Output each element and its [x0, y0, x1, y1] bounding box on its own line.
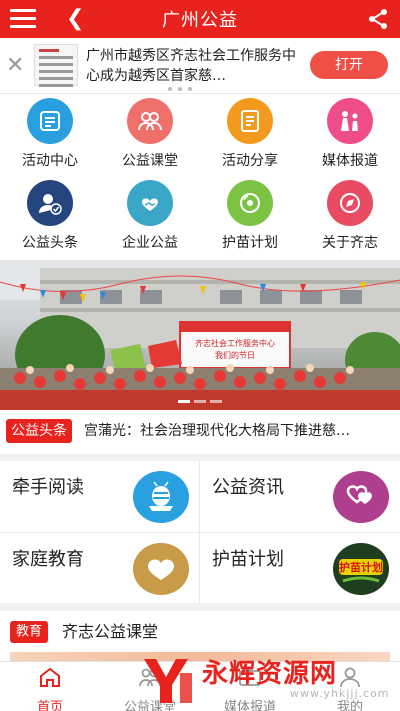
page-title: 广州公益: [162, 10, 238, 31]
watermark: 永辉资源网 www.yhkjjj.com: [140, 651, 400, 711]
card-title: 家庭教育: [12, 549, 84, 570]
grid-item-label: 活动分享: [222, 153, 278, 169]
family-icon: [327, 98, 373, 144]
tab-home[interactable]: 首页: [0, 662, 100, 711]
card-family-education[interactable]: 家庭教育: [0, 533, 199, 603]
card-seedling-plan[interactable]: 护苗计划 护苗计划: [200, 533, 399, 603]
event-photo: 齐志社会工作服务中心 我们的节日: [0, 260, 400, 410]
divider: [0, 532, 400, 533]
open-button[interactable]: 打开: [310, 51, 388, 79]
user-check-icon: [27, 180, 73, 226]
carousel-indicator: [178, 400, 222, 403]
share-icon[interactable]: [366, 7, 390, 31]
grid-item-label: 活动中心: [22, 153, 78, 169]
close-icon[interactable]: ✕: [6, 55, 24, 77]
education-tag: 教育: [10, 621, 49, 643]
event-sign-subtext: 我们的节日: [215, 350, 255, 360]
event-photo-carousel[interactable]: 齐志社会工作服务中心 我们的节日: [0, 260, 400, 410]
headline-ticker[interactable]: 公益头条 宫蒲光：社会治理现代化大格局下推进慈…: [0, 410, 400, 454]
card-title: 牵手阅读: [12, 477, 84, 498]
feature-cards: 牵手阅读 公益资讯 家庭教育 护苗计划 护苗计划: [0, 461, 400, 603]
promo-text: 广州市越秀区齐志社会工作服务中心成为越秀区首家慈…: [86, 48, 296, 84]
hearts-icon: [333, 471, 389, 523]
grid-item-media-reports[interactable]: 媒体报道: [300, 94, 400, 174]
grid-item-label: 公益课堂: [122, 153, 178, 169]
people-icon: [127, 98, 173, 144]
card-news[interactable]: 公益资讯: [200, 461, 399, 531]
disc-icon: [227, 180, 273, 226]
app-header: ❮ 广州公益: [0, 0, 400, 38]
grid-item-about[interactable]: 关于齐志: [300, 176, 400, 256]
grid-item-label: 公益头条: [22, 235, 78, 251]
grid-item-public-class[interactable]: 公益课堂: [100, 94, 200, 174]
compass-icon: [327, 180, 373, 226]
tab-label: 首页: [36, 700, 63, 711]
grid-item-headlines[interactable]: 公益头条: [0, 176, 100, 256]
grid-item-seedling-plan[interactable]: 护苗计划: [200, 176, 300, 256]
grid-item-label: 媒体报道: [322, 153, 378, 169]
promo-thumbnail: [34, 44, 78, 87]
promo-banner[interactable]: ✕ 广州市越秀区齐志社会工作服务中心成为越秀区首家慈… 打开: [0, 38, 400, 94]
headline-text[interactable]: 宫蒲光：社会治理现代化大格局下推进慈…: [84, 421, 384, 441]
education-title: 齐志公益课堂: [62, 622, 159, 641]
grid-item-label: 关于齐志: [322, 235, 378, 251]
grid-item-label: 企业公益: [122, 235, 178, 251]
grid-item-activity-share[interactable]: 活动分享: [200, 94, 300, 174]
document-icon: [227, 98, 273, 144]
watermark-url: www.yhkjjj.com: [290, 687, 390, 700]
card-title: 公益资讯: [212, 477, 284, 498]
card-reading[interactable]: 牵手阅读: [0, 461, 199, 531]
handshake-heart-icon: [127, 180, 173, 226]
menu-icon[interactable]: [10, 9, 36, 29]
card-title: 护苗计划: [212, 549, 284, 570]
promo-pager: [168, 87, 192, 91]
grid-item-corporate[interactable]: 企业公益: [100, 176, 200, 256]
grid-item-activity-center[interactable]: 活动中心: [0, 94, 100, 174]
watermark-brand: 永辉资源网: [202, 659, 338, 689]
list-icon: [27, 98, 73, 144]
home-icon: [40, 667, 60, 687]
category-grid: 活动中心 公益课堂 活动分享 媒体报道 公益头条 企业公益 护苗计划 关于齐志: [0, 94, 400, 260]
back-icon[interactable]: ❮: [66, 8, 84, 30]
event-sign-text: 齐志社会工作服务中心: [195, 338, 275, 348]
badge-text: 护苗计划: [339, 560, 383, 574]
seedling-badge-icon: 护苗计划: [333, 543, 389, 595]
reading-bee-icon: [133, 471, 189, 523]
headline-tag: 公益头条: [6, 419, 72, 443]
grid-item-label: 护苗计划: [222, 235, 278, 251]
watermark-logo: [144, 659, 192, 703]
heart-icon: [133, 543, 189, 595]
